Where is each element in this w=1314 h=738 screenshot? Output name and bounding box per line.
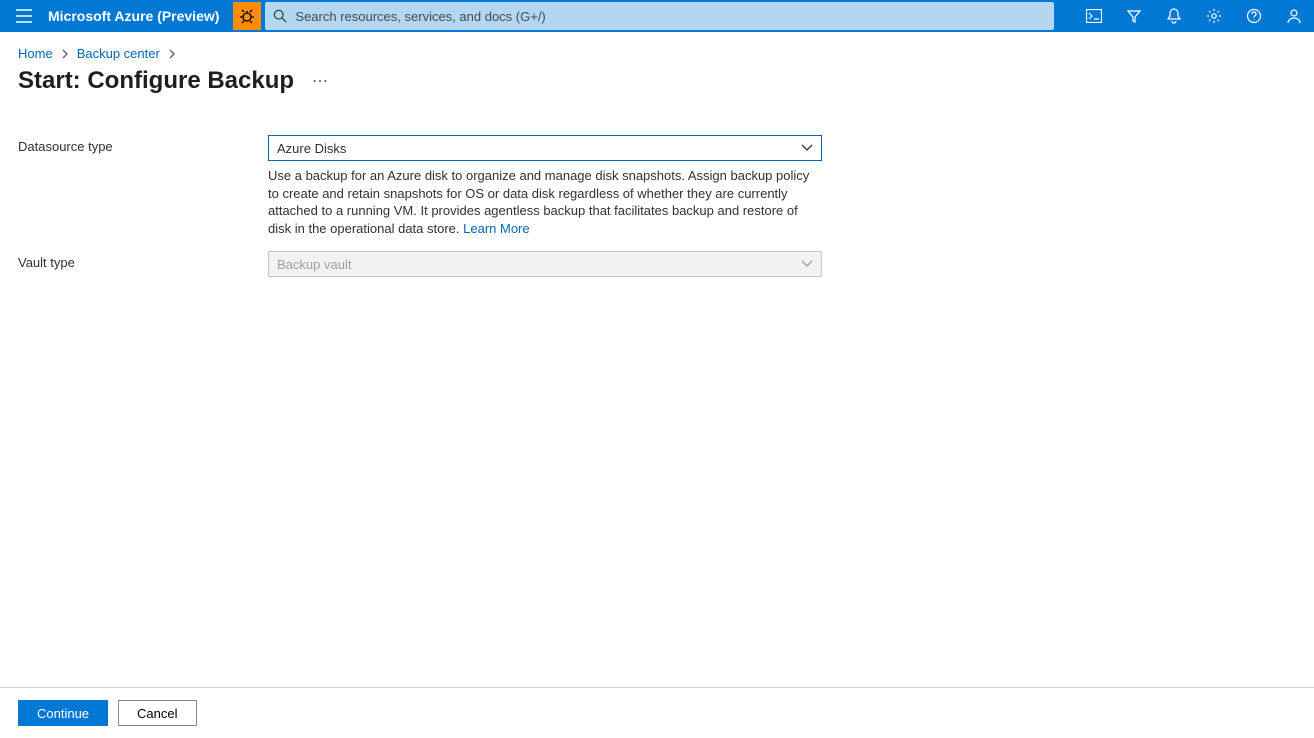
page-title-row: Start: Configure Backup ⋯ — [18, 67, 1296, 95]
datasource-type-value: Azure Disks — [277, 141, 346, 156]
gear-icon — [1206, 8, 1222, 24]
report-bug-button[interactable] — [233, 2, 261, 30]
filter-icon — [1126, 8, 1142, 24]
search-input[interactable] — [287, 9, 1046, 24]
hamburger-icon — [16, 9, 32, 23]
datasource-label: Datasource type — [18, 135, 268, 154]
vault-label: Vault type — [18, 251, 268, 270]
cloud-shell-button[interactable] — [1074, 0, 1114, 32]
help-icon — [1246, 8, 1262, 24]
more-actions-button[interactable]: ⋯ — [312, 71, 329, 91]
notifications-button[interactable] — [1154, 0, 1194, 32]
global-search[interactable] — [265, 2, 1054, 30]
cancel-button[interactable]: Cancel — [118, 700, 196, 726]
chevron-right-icon — [168, 49, 176, 59]
breadcrumb-backup-center[interactable]: Backup center — [77, 46, 160, 61]
bell-icon — [1167, 8, 1181, 24]
vault-type-value: Backup vault — [277, 257, 351, 272]
cloud-shell-icon — [1086, 9, 1102, 23]
brand-title: Microsoft Azure (Preview) — [48, 8, 229, 24]
continue-button[interactable]: Continue — [18, 700, 108, 726]
breadcrumb: Home Backup center — [18, 46, 1296, 61]
datasource-description: Use a backup for an Azure disk to organi… — [268, 167, 822, 237]
page-body: Home Backup center Start: Configure Back… — [0, 32, 1314, 687]
chevron-down-icon — [801, 144, 813, 152]
top-icon-bar — [1074, 0, 1314, 32]
help-button[interactable] — [1234, 0, 1274, 32]
datasource-row: Datasource type Azure Disks Use a backup… — [18, 135, 1296, 237]
hamburger-menu-button[interactable] — [0, 0, 48, 32]
top-bar: Microsoft Azure (Preview) — [0, 0, 1314, 32]
feedback-button[interactable] — [1274, 0, 1314, 32]
person-icon — [1287, 8, 1301, 24]
footer-bar: Continue Cancel — [0, 687, 1314, 738]
vault-row: Vault type Backup vault — [18, 251, 1296, 277]
directory-switch-button[interactable] — [1114, 0, 1154, 32]
breadcrumb-home[interactable]: Home — [18, 46, 53, 61]
settings-button[interactable] — [1194, 0, 1234, 32]
datasource-type-select[interactable]: Azure Disks — [268, 135, 822, 161]
page-title: Start: Configure Backup — [18, 67, 294, 95]
search-icon — [273, 9, 287, 23]
chevron-down-icon — [801, 260, 813, 268]
chevron-right-icon — [61, 49, 69, 59]
learn-more-link[interactable]: Learn More — [463, 221, 529, 236]
bug-icon — [239, 8, 255, 24]
vault-type-select: Backup vault — [268, 251, 822, 277]
